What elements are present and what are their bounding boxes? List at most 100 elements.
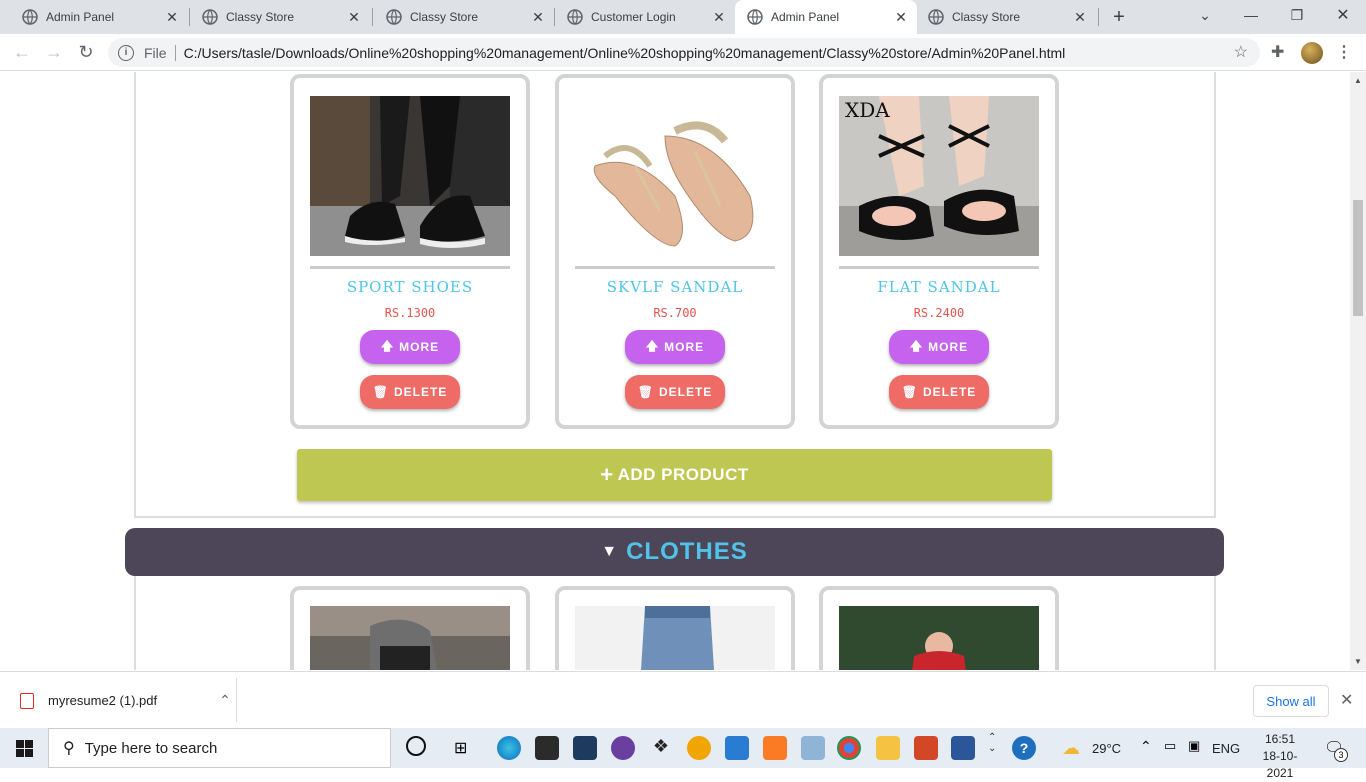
cortana-icon[interactable] <box>406 736 426 756</box>
more-button[interactable]: 🡅 MORE <box>889 330 989 364</box>
url-text[interactable]: C:/Users/tasle/Downloads/Online%20shoppi… <box>184 45 1066 61</box>
address-bar[interactable]: i File C:/Users/tasle/Downloads/Online%2… <box>108 38 1260 67</box>
product-image <box>839 606 1039 670</box>
scroll-taskbar-icon[interactable]: ⌃ ⌄ <box>988 732 996 754</box>
app-icon[interactable] <box>687 736 711 760</box>
scrollbar-thumb[interactable] <box>1353 200 1363 316</box>
search-placeholder: Type here to search <box>84 739 218 757</box>
windows-taskbar: ⚲ Type here to search ⊞ ❖ ⌃ ⌄ ? ☁ 29°C ⌃ … <box>0 728 1366 780</box>
double-chevron-down-icon: ▼ <box>601 543 619 560</box>
image-watermark: XDA <box>845 98 890 122</box>
more-button[interactable]: 🡅 MORE <box>360 330 460 364</box>
close-icon[interactable]: ✕ <box>346 9 362 25</box>
globe-icon <box>386 9 402 25</box>
product-card-clothes-1 <box>290 586 530 670</box>
download-item[interactable]: myresume2 (1).pdf ⌃ <box>20 692 231 709</box>
arrow-up-icon: 🡅 <box>645 338 660 353</box>
tab-title: Admin Panel <box>771 10 840 24</box>
plus-icon: + <box>600 462 614 487</box>
clock[interactable]: 16:51 18-10-2021 <box>1252 731 1308 782</box>
info-icon[interactable]: i <box>118 44 134 61</box>
trash-icon: 🗑 <box>637 385 654 399</box>
extensions-puzzle-icon[interactable]: ✚ <box>1271 42 1284 62</box>
search-icon: ⚲ <box>63 740 75 757</box>
category-title: CLOTHES <box>626 538 748 565</box>
delete-button[interactable]: 🗑 DELETE <box>889 375 989 409</box>
close-download-bar-icon[interactable]: ✕ <box>1340 690 1353 710</box>
product-name: FLAT SANDAL <box>877 278 1001 296</box>
tab-title: Classy Store <box>410 10 479 24</box>
delete-button[interactable]: 🗑 DELETE <box>360 375 460 409</box>
more-button[interactable]: 🡅 MORE <box>625 330 725 364</box>
product-card-skvlf-sandal: SKVLF SANDAL RS.700 🡅 MORE 🗑 DELETE <box>555 74 795 429</box>
close-icon[interactable]: ✕ <box>530 9 546 25</box>
tab-classy-store-1[interactable]: Classy Store ✕ <box>180 0 370 34</box>
reload-icon[interactable]: ↻ <box>74 40 98 64</box>
trash-icon: 🗑 <box>901 385 918 399</box>
product-card-clothes-2 <box>555 586 795 670</box>
word-icon[interactable] <box>951 736 975 760</box>
close-icon[interactable]: ✕ <box>164 9 180 25</box>
bookmark-star-icon[interactable]: ☆ <box>1234 42 1248 62</box>
store-icon[interactable] <box>535 736 559 760</box>
tab-admin-panel-1[interactable]: Admin Panel ✕ <box>0 0 188 34</box>
tray-chevron-up-icon[interactable]: ⌃ <box>1140 738 1152 755</box>
app-icon[interactable] <box>801 736 825 760</box>
help-icon[interactable]: ? <box>1012 736 1036 760</box>
close-window-button[interactable]: ✕ <box>1320 0 1366 30</box>
download-bar: myresume2 (1).pdf ⌃ Show all ✕ <box>0 671 1366 728</box>
menu-kebab-icon[interactable]: ⋮ <box>1336 42 1352 62</box>
tab-classy-store-2[interactable]: Classy Store ✕ <box>364 0 554 34</box>
product-card-flat-sandal: XDA FLAT SANDAL RS.2400 🡅 MORE 🗑 DELETE <box>819 74 1059 429</box>
new-tab-button[interactable]: + <box>1108 6 1130 29</box>
minimize-button[interactable]: — <box>1228 0 1274 30</box>
product-name: SKVLF SANDAL <box>606 278 744 296</box>
tab-classy-store-3[interactable]: Classy Store ✕ <box>906 0 1096 34</box>
download-filename: myresume2 (1).pdf <box>48 693 158 708</box>
powerpoint-icon[interactable] <box>914 736 938 760</box>
network-icon[interactable]: ▭ <box>1164 738 1176 754</box>
profile-avatar[interactable] <box>1301 42 1323 64</box>
category-header-clothes[interactable]: ▼ CLOTHES <box>125 528 1224 576</box>
tab-title: Classy Store <box>952 10 1021 24</box>
arrow-up-icon: 🡅 <box>909 338 924 353</box>
chevron-up-icon[interactable]: ⌃ <box>219 692 231 709</box>
weather-widget[interactable]: ☁ 29°C <box>1062 728 1121 768</box>
show-all-button[interactable]: Show all <box>1253 685 1329 717</box>
product-image: XDA <box>839 96 1039 256</box>
display-icon[interactable]: ▣ <box>1188 738 1200 754</box>
close-icon[interactable]: ✕ <box>1072 9 1088 25</box>
windows-start-icon[interactable] <box>16 740 33 757</box>
scroll-down-icon[interactable]: ▼ <box>1354 657 1362 666</box>
product-image <box>575 96 775 256</box>
tab-admin-panel-active[interactable]: Admin Panel ✕ <box>735 0 917 34</box>
forward-arrow-icon[interactable]: → <box>42 40 66 64</box>
back-arrow-icon[interactable]: ← <box>10 40 34 64</box>
delete-button[interactable]: 🗑 DELETE <box>625 375 725 409</box>
globe-icon <box>202 9 218 25</box>
scroll-up-icon[interactable]: ▲ <box>1354 76 1362 85</box>
add-product-button[interactable]: + ADD PRODUCT <box>297 449 1052 501</box>
xampp-icon[interactable] <box>763 736 787 760</box>
eclipse-icon[interactable] <box>611 736 635 760</box>
product-image <box>310 96 510 256</box>
chrome-icon[interactable] <box>837 736 861 760</box>
file-explorer-icon[interactable] <box>876 736 900 760</box>
tab-search-chevron-icon[interactable]: ⌄ <box>1182 0 1228 30</box>
tab-customer-login[interactable]: Customer Login ✕ <box>545 0 735 34</box>
task-view-icon[interactable]: ⊞ <box>454 738 467 758</box>
edge-icon[interactable] <box>497 736 521 760</box>
clock-date: 18-10-2021 <box>1262 749 1298 780</box>
weather-temp: 29°C <box>1092 740 1122 756</box>
globe-icon <box>567 9 583 25</box>
language-indicator[interactable]: ENG <box>1212 728 1240 768</box>
vscode-icon[interactable] <box>725 736 749 760</box>
page-scrollbar[interactable]: ▲ ▼ <box>1350 72 1366 670</box>
dropbox-icon[interactable]: ❖ <box>649 736 673 760</box>
product-image <box>575 606 775 670</box>
taskbar-search-box[interactable]: ⚲ Type here to search <box>48 728 391 768</box>
close-icon[interactable]: ✕ <box>711 9 727 25</box>
clock-time: 16:51 <box>1264 732 1296 746</box>
restore-button[interactable]: ❐ <box>1274 0 1320 30</box>
sublime-icon[interactable] <box>573 736 597 760</box>
